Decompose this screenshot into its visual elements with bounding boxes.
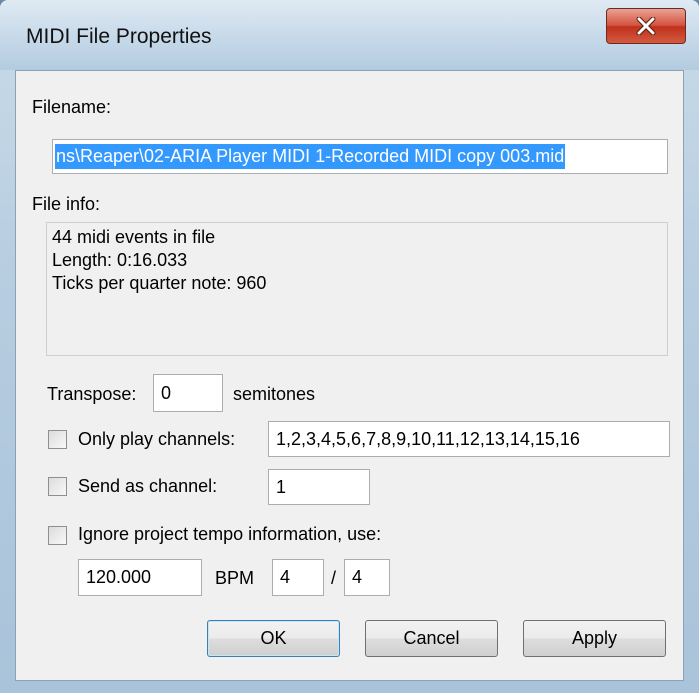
file-info-label: File info: (32, 194, 101, 214)
close-button[interactable] (606, 8, 686, 44)
transpose-unit-label: semitones (233, 384, 316, 404)
bpm-label: BPM (215, 568, 255, 588)
only-play-channels-label[interactable]: Only play channels: (78, 429, 235, 450)
ignore-tempo-label[interactable]: Ignore project tempo information, use: (78, 524, 381, 545)
time-sig-slash: / (331, 568, 337, 588)
file-info-line: 44 midi events in file (52, 227, 216, 247)
apply-button[interactable]: Apply (523, 620, 666, 657)
bpm-input[interactable]: 120.000 (78, 559, 202, 596)
only-play-channels-checkbox[interactable] (48, 430, 67, 449)
filename-label: Filename: (32, 97, 112, 117)
ignore-tempo-checkbox[interactable] (48, 526, 67, 545)
transpose-input[interactable]: 0 (153, 374, 223, 412)
file-info-box: 44 midi events in file Length: 0:16.033 … (46, 222, 668, 356)
file-info-line: Ticks per quarter note: 960 (52, 273, 267, 293)
transpose-label: Transpose: (47, 384, 137, 404)
file-info-line: Length: 0:16.033 (52, 250, 188, 270)
close-icon (636, 17, 656, 35)
title-bar[interactable]: MIDI File Properties (0, 0, 699, 70)
dialog-window: MIDI File Properties Filename: ns\Reaper… (0, 0, 699, 693)
time-sig-denominator-input[interactable]: 4 (344, 559, 390, 596)
cancel-button[interactable]: Cancel (365, 620, 498, 657)
only-play-channels-input[interactable]: 1,2,3,4,5,6,7,8,9,10,11,12,13,14,15,16 (268, 421, 670, 457)
window-title: MIDI File Properties (26, 25, 212, 48)
send-as-channel-input[interactable]: 1 (268, 469, 370, 505)
dialog-client-area: Filename: ns\Reaper\02-ARIA Player MIDI … (15, 70, 684, 681)
ok-button[interactable]: OK (207, 620, 340, 657)
time-sig-numerator-input[interactable]: 4 (272, 559, 324, 596)
filename-field[interactable]: ns\Reaper\02-ARIA Player MIDI 1-Recorded… (52, 139, 668, 174)
send-as-channel-checkbox[interactable] (48, 477, 67, 496)
filename-value: ns\Reaper\02-ARIA Player MIDI 1-Recorded… (55, 144, 566, 169)
send-as-channel-label[interactable]: Send as channel: (78, 476, 217, 497)
